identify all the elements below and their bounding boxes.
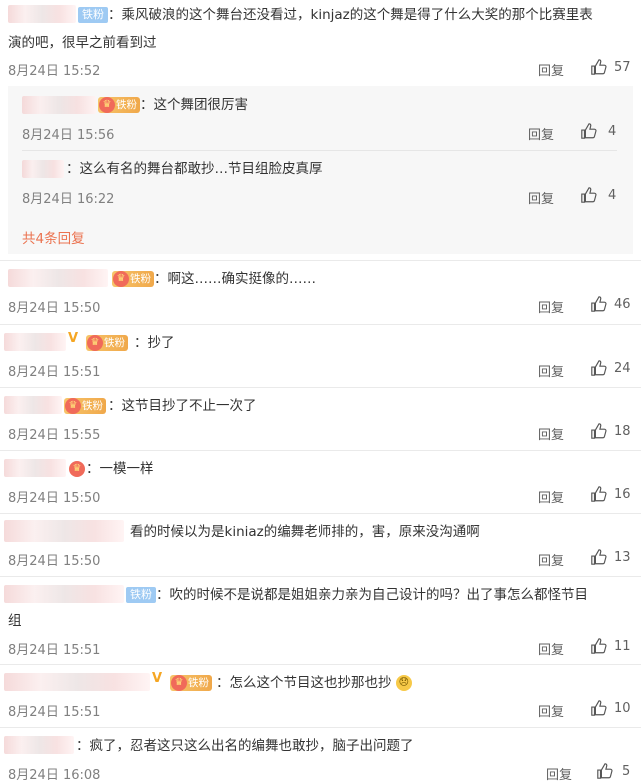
comment-text: ：吹的时候不是说都是姐姐亲力亲为自己设计的吗？出了事怎么都怪节目 [156,587,588,603]
comment-text-continued: 演的吧，很早之前看到过 [8,35,157,51]
crown-icon: ♛ [99,97,115,113]
username-blurred[interactable] [4,673,150,691]
thumbs-up-icon[interactable] [590,548,608,566]
more-replies-link[interactable]: 共4条回复 [22,227,85,247]
thumbs-up-icon[interactable] [590,422,608,440]
username-blurred[interactable] [4,585,124,603]
username-blurred[interactable] [4,520,124,542]
like-count: 24 [614,361,631,376]
thumbs-up-icon[interactable] [580,122,598,140]
crown-icon: ♛ [69,461,85,477]
thumbs-up-icon[interactable] [590,359,608,377]
comment-4: ♛ 铁粉 ：这节目抄了不止一次了 8月24日 15:55 回复 18 [0,388,641,450]
comment-text-continued: 组 [8,613,22,629]
reply-button[interactable]: 回复 [538,60,564,79]
like-count: 46 [614,297,631,312]
comment-1: 铁粉 ：乘风破浪的这个舞台还没看过，kinjaz的这个舞是得了什么大奖的那个比赛… [0,0,641,84]
gold-crown-badge: ♛ [68,461,85,477]
reply-button[interactable]: 回复 [538,487,564,506]
thumbs-up-icon[interactable] [590,699,608,717]
fan-badge: 铁粉 [126,587,156,603]
like-count: 4 [608,188,617,203]
username-blurred[interactable] [8,5,76,23]
like-count: 16 [614,487,631,502]
username-blurred[interactable] [4,333,66,351]
comment-time: 8月24日 15:50 [8,491,101,506]
gold-fan-badge: ♛ 铁粉 [86,335,128,351]
like-count: 11 [614,639,631,654]
reply-time: 8月24日 15:56 [22,128,115,143]
comment-8: V ♛ 铁粉 ：怎么这个节目这也抄那也抄 😞 8月24日 15:51 回复 10 [0,665,641,727]
comment-text: ：抄了 [134,335,175,351]
like-count: 18 [614,424,631,439]
username-blurred[interactable] [4,736,74,754]
username-blurred[interactable] [4,396,62,414]
gold-fan-badge: ♛ 铁粉 [112,271,154,287]
username-blurred[interactable] [22,160,64,178]
fan-badge: 铁粉 [78,7,108,23]
comment-6: 看的时候以为是kiniaz的编舞老师排的，害，原来没沟通啊 8月24日 15:5… [0,514,641,576]
username-blurred[interactable] [4,459,66,477]
comment-time: 8月24日 15:51 [8,643,101,658]
verified-v-icon: V [68,331,79,346]
gold-fan-badge: ♛ 铁粉 [98,97,140,113]
comment-time: 8月24日 15:50 [8,554,101,569]
reply-1: ♛ 铁粉 ：这个舞团很厉害 8月24日 15:56 回复 4 [0,86,641,146]
reply-button[interactable]: 回复 [528,124,554,143]
crown-icon: ♛ [113,271,129,287]
reply-button[interactable]: 回复 [546,764,572,783]
reply-button[interactable]: 回复 [538,701,564,720]
comment-5: ♛ ：一模一样 8月24日 15:50 回复 16 [0,451,641,513]
username-blurred[interactable] [8,269,108,287]
comment-9: ：疯了，忍者这只这么出名的编舞也敢抄，脑子出问题了 8月24日 16:08 回复… [0,728,641,783]
reply-time: 8月24日 16:22 [22,192,115,207]
comment-text: ：乘风破浪的这个舞台还没看过，kinjaz的这个舞是得了什么大奖的那个比赛里表 [108,7,593,23]
comment-2: ♛ 铁粉 ：啊这……确实挺像的…… 8月24日 15:50 回复 46 [0,261,641,323]
comment-text: ：一模一样 [86,461,154,477]
like-count: 4 [608,124,617,139]
comment-time: 8月24日 15:50 [8,301,101,316]
comment-text: ：啊这……确实挺像的…… [154,271,316,287]
reply-button[interactable]: 回复 [538,639,564,658]
comment-text: ：这节目抄了不止一次了 [108,398,257,414]
crown-icon: ♛ [87,335,103,351]
reply-button[interactable]: 回复 [538,361,564,380]
comment-time: 8月24日 16:08 [8,768,101,783]
reply-button[interactable]: 回复 [528,188,554,207]
like-count: 10 [614,701,631,716]
sad-face-emoji-icon: 😞 [395,675,412,691]
comment-time: 8月24日 15:55 [8,428,101,443]
gold-fan-badge: ♛ 铁粉 [64,398,106,414]
thumbs-up-icon[interactable] [590,58,608,76]
reply-text: ：这个舞团很厉害 [140,97,248,113]
reply-2: ：这么有名的舞台都敢抄…节目组脸皮真厚 8月24日 16:22 回复 4 [0,150,641,210]
thumbs-up-icon[interactable] [590,485,608,503]
comment-text: ：疯了，忍者这只这么出名的编舞也敢抄，脑子出问题了 [76,738,414,754]
like-count: 5 [622,764,631,779]
comment-text: 看的时候以为是kiniaz的编舞老师排的，害，原来没沟通啊 [130,524,480,540]
crown-icon: ♛ [65,398,81,414]
comment-time: 8月24日 15:52 [8,64,101,79]
thumbs-up-icon[interactable] [590,295,608,313]
gold-fan-badge: ♛ 铁粉 [170,675,212,691]
comment-time: 8月24日 15:51 [8,365,101,380]
thumbs-up-icon[interactable] [590,637,608,655]
crown-icon: ♛ [171,675,187,691]
reply-button[interactable]: 回复 [538,424,564,443]
reply-button[interactable]: 回复 [538,297,564,316]
comment-text: ：怎么这个节目这也抄那也抄 😞 [216,670,412,696]
comment-time: 8月24日 15:51 [8,705,101,720]
thumbs-up-icon[interactable] [580,186,598,204]
like-count: 13 [614,550,631,565]
comment-3: V ♛ 铁粉 ：抄了 8月24日 15:51 回复 24 [0,325,641,387]
like-count: 57 [614,60,631,75]
reply-text: ：这么有名的舞台都敢抄…节目组脸皮真厚 [66,161,323,177]
thumbs-up-icon[interactable] [596,762,614,780]
reply-button[interactable]: 回复 [538,550,564,569]
verified-v-icon: V [152,671,163,686]
username-blurred[interactable] [22,96,96,114]
comment-7: 铁粉 ：吹的时候不是说都是姐姐亲力亲为自己设计的吗？出了事怎么都怪节目 组 8月… [0,577,641,663]
